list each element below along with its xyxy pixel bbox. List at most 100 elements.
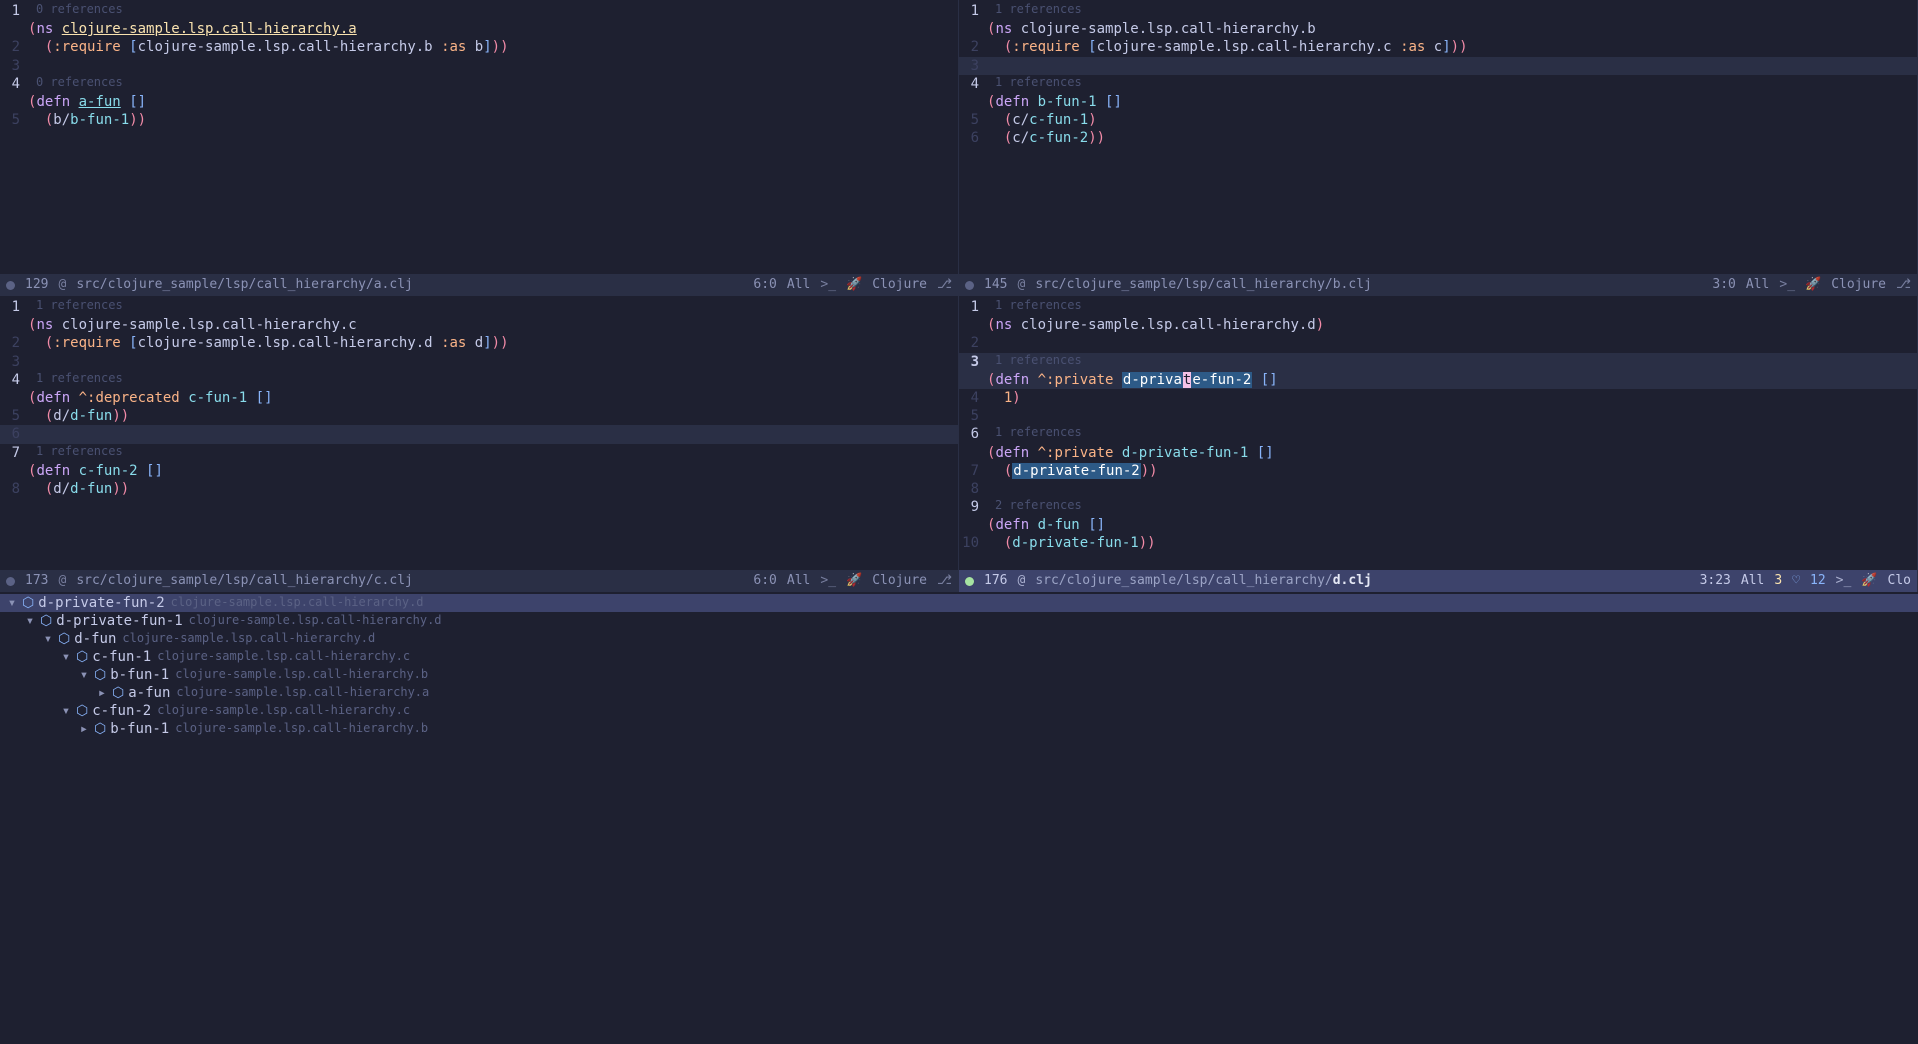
bulb-icon[interactable]: ♡	[1792, 573, 1800, 590]
code-line[interactable]: (defn c-fun-2 []	[0, 462, 958, 480]
branch-icon[interactable]: ⎇	[1896, 277, 1911, 294]
code-line[interactable]: 5 (c/c-fun-1)	[959, 111, 1917, 129]
code-line[interactable]: 8 (d/d-fun))	[0, 480, 958, 498]
code-line[interactable]: 3	[959, 57, 1917, 75]
terminal-icon[interactable]: >_	[1779, 277, 1795, 294]
code-line[interactable]: (defn ^:deprecated c-fun-1 []	[0, 389, 958, 407]
code-lens[interactable]: 31 references	[959, 353, 1917, 371]
code-lens[interactable]: 41 references	[0, 371, 958, 389]
tree-item-name: a-fun	[128, 684, 170, 702]
code-line[interactable]: (ns clojure-sample.lsp.call-hierarchy.c	[0, 316, 958, 334]
code-area[interactable]: 11 references(ns clojure-sample.lsp.call…	[0, 296, 958, 570]
statusbar-active[interactable]: 176 @ src/clojure_sample/lsp/call_hierar…	[959, 570, 1917, 592]
line-count: 145	[984, 277, 1007, 294]
tree-expand-icon[interactable]: ▾	[60, 702, 72, 720]
code-line[interactable]: (defn b-fun-1 []	[959, 93, 1917, 111]
code-line[interactable]: 10 (d-private-fun-1))	[959, 534, 1917, 552]
tree-expand-icon[interactable]: ▸	[78, 720, 90, 738]
code-line[interactable]: 6 (c/c-fun-2))	[959, 129, 1917, 147]
code-lens[interactable]: 61 references	[959, 425, 1917, 443]
code-line[interactable]: 2 (:require [clojure-sample.lsp.call-hie…	[0, 38, 958, 56]
code-line[interactable]: 6	[0, 425, 958, 443]
pane-bottom-left[interactable]: 11 references(ns clojure-sample.lsp.call…	[0, 296, 959, 592]
branch-icon[interactable]: ⎇	[937, 573, 952, 590]
code-lens[interactable]: 11 references	[0, 298, 958, 316]
statusbar[interactable]: 173 @ src/clojure_sample/lsp/call_hierar…	[0, 570, 958, 592]
rocket-icon[interactable]: 🚀	[1861, 573, 1877, 590]
pane-bottom-right[interactable]: 11 references(ns clojure-sample.lsp.call…	[959, 296, 1918, 592]
code-lens[interactable]: 11 references	[959, 2, 1917, 20]
line-count: 173	[25, 573, 48, 590]
editor-grid: 10 references(ns clojure-sample.lsp.call…	[0, 0, 1918, 592]
code-line[interactable]: 5 (b/b-fun-1))	[0, 111, 958, 129]
code-line[interactable]: (defn ^:private d-private-fun-1 []	[959, 444, 1917, 462]
tree-expand-icon[interactable]: ▾	[6, 594, 18, 612]
code-lens[interactable]: 71 references	[0, 444, 958, 462]
tree-item[interactable]: ▾⬡d-funclojure-sample.lsp.call-hierarchy…	[0, 630, 1918, 648]
function-icon: ⬡	[94, 666, 106, 684]
tree-item-name: b-fun-1	[110, 666, 169, 684]
code-line[interactable]: 2 (:require [clojure-sample.lsp.call-hie…	[0, 334, 958, 352]
terminal-icon[interactable]: >_	[820, 573, 836, 590]
code-line[interactable]: 4 1)	[959, 389, 1917, 407]
file-path: src/clojure_sample/lsp/call_hierarchy/c.…	[76, 573, 413, 590]
code-line[interactable]: 7 (d-private-fun-2))	[959, 462, 1917, 480]
code-line[interactable]: (ns clojure-sample.lsp.call-hierarchy.d)	[959, 316, 1917, 334]
tree-item[interactable]: ▾⬡d-private-fun-1clojure-sample.lsp.call…	[0, 612, 1918, 630]
language-mode: Clo	[1888, 573, 1911, 590]
statusbar[interactable]: 145 @ src/clojure_sample/lsp/call_hierar…	[959, 274, 1917, 296]
view-percent: All	[1741, 573, 1764, 590]
code-line[interactable]: 5 (d/d-fun))	[0, 407, 958, 425]
code-area[interactable]: 11 references(ns clojure-sample.lsp.call…	[959, 296, 1917, 570]
tree-expand-icon[interactable]: ▸	[96, 684, 108, 702]
code-area[interactable]: 11 references(ns clojure-sample.lsp.call…	[959, 0, 1917, 274]
code-lens[interactable]: 10 references	[0, 2, 958, 20]
statusbar[interactable]: 129 @ src/clojure_sample/lsp/call_hierar…	[0, 274, 958, 296]
pane-top-left[interactable]: 10 references(ns clojure-sample.lsp.call…	[0, 0, 959, 296]
tree-item-namespace: clojure-sample.lsp.call-hierarchy.b	[175, 721, 428, 737]
rocket-icon[interactable]: 🚀	[846, 277, 862, 294]
tree-expand-icon[interactable]: ▾	[42, 630, 54, 648]
at-icon: @	[1017, 573, 1025, 590]
tree-item[interactable]: ▾⬡c-fun-1clojure-sample.lsp.call-hierarc…	[0, 648, 1918, 666]
code-lens[interactable]: 40 references	[0, 75, 958, 93]
tree-item[interactable]: ▾⬡c-fun-2clojure-sample.lsp.call-hierarc…	[0, 702, 1918, 720]
tree-item[interactable]: ▾⬡d-private-fun-2clojure-sample.lsp.call…	[0, 594, 1918, 612]
tree-expand-icon[interactable]: ▾	[78, 666, 90, 684]
code-line[interactable]: 5	[959, 407, 1917, 425]
tree-item[interactable]: ▾⬡b-fun-1clojure-sample.lsp.call-hierarc…	[0, 666, 1918, 684]
pane-top-right[interactable]: 11 references(ns clojure-sample.lsp.call…	[959, 0, 1918, 296]
rocket-icon[interactable]: 🚀	[1805, 277, 1821, 294]
code-area[interactable]: 10 references(ns clojure-sample.lsp.call…	[0, 0, 958, 274]
cursor-position: 3:23	[1700, 573, 1731, 590]
code-line[interactable]: (defn d-fun []	[959, 516, 1917, 534]
file-path: src/clojure_sample/lsp/call_hierarchy/a.…	[76, 277, 413, 294]
code-lens[interactable]: 41 references	[959, 75, 1917, 93]
tree-expand-icon[interactable]: ▾	[60, 648, 72, 666]
terminal-icon[interactable]: >_	[820, 277, 836, 294]
code-line[interactable]: (ns clojure-sample.lsp.call-hierarchy.b	[959, 20, 1917, 38]
function-icon: ⬡	[40, 612, 52, 630]
diagnostics-count[interactable]: 3	[1774, 573, 1782, 590]
tree-item[interactable]: ▸⬡a-funclojure-sample.lsp.call-hierarchy…	[0, 684, 1918, 702]
code-lens[interactable]: 92 references	[959, 498, 1917, 516]
code-line[interactable]: 8	[959, 480, 1917, 498]
code-line[interactable]: (defn a-fun []	[0, 93, 958, 111]
code-lens[interactable]: 11 references	[959, 298, 1917, 316]
code-line[interactable]: 2	[959, 334, 1917, 352]
code-line[interactable]: (ns clojure-sample.lsp.call-hierarchy.a	[0, 20, 958, 38]
tree-item-namespace: clojure-sample.lsp.call-hierarchy.a	[176, 685, 429, 701]
terminal-icon[interactable]: >_	[1836, 573, 1852, 590]
status-dot-icon	[965, 281, 974, 290]
code-line[interactable]: 2 (:require [clojure-sample.lsp.call-hie…	[959, 38, 1917, 56]
code-line[interactable]: 3	[0, 57, 958, 75]
call-hierarchy-tree[interactable]: ▾⬡d-private-fun-2clojure-sample.lsp.call…	[0, 592, 1918, 1044]
function-icon: ⬡	[76, 648, 88, 666]
code-line[interactable]: (defn ^:private d-private-fun-2 []	[959, 371, 1917, 389]
rocket-icon[interactable]: 🚀	[846, 573, 862, 590]
tree-item-namespace: clojure-sample.lsp.call-hierarchy.d	[122, 631, 375, 647]
tree-item[interactable]: ▸⬡b-fun-1clojure-sample.lsp.call-hierarc…	[0, 720, 1918, 738]
code-line[interactable]: 3	[0, 353, 958, 371]
tree-expand-icon[interactable]: ▾	[24, 612, 36, 630]
branch-icon[interactable]: ⎇	[937, 277, 952, 294]
